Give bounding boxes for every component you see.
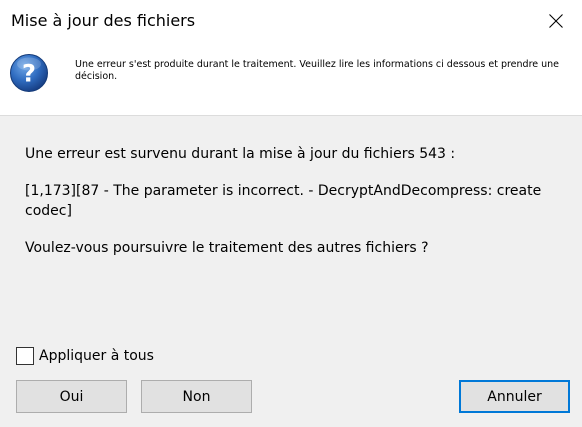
- dialog-window: Mise à jour des fichiers ? Une erreur s'…: [0, 0, 582, 427]
- title-bar: Mise à jour des fichiers: [0, 0, 582, 44]
- apply-all-option[interactable]: Appliquer à tous: [16, 347, 154, 365]
- error-detail-text: [1,173][87 - The parameter is incorrect.…: [25, 183, 542, 219]
- apply-all-checkbox[interactable]: [16, 347, 34, 365]
- message-body: Une erreur est survenu durant la mise à …: [25, 144, 565, 258]
- close-icon: [549, 14, 563, 28]
- dialog-title: Mise à jour des fichiers: [11, 11, 196, 30]
- svg-text:?: ?: [22, 60, 36, 88]
- question-text: Voulez-vous poursuivre le traitement des…: [25, 240, 429, 256]
- no-button[interactable]: Non: [141, 380, 252, 413]
- error-summary-text: Une erreur est survenu durant la mise à …: [25, 146, 456, 162]
- header-message: Une erreur s'est produite durant le trai…: [75, 59, 560, 82]
- yes-button[interactable]: Oui: [16, 380, 127, 413]
- close-button[interactable]: [538, 6, 574, 36]
- apply-all-label[interactable]: Appliquer à tous: [39, 348, 154, 364]
- header-band: ? Une erreur s'est produite durant le tr…: [0, 44, 582, 116]
- question-icon: ?: [10, 54, 48, 92]
- cancel-button[interactable]: Annuler: [459, 380, 570, 413]
